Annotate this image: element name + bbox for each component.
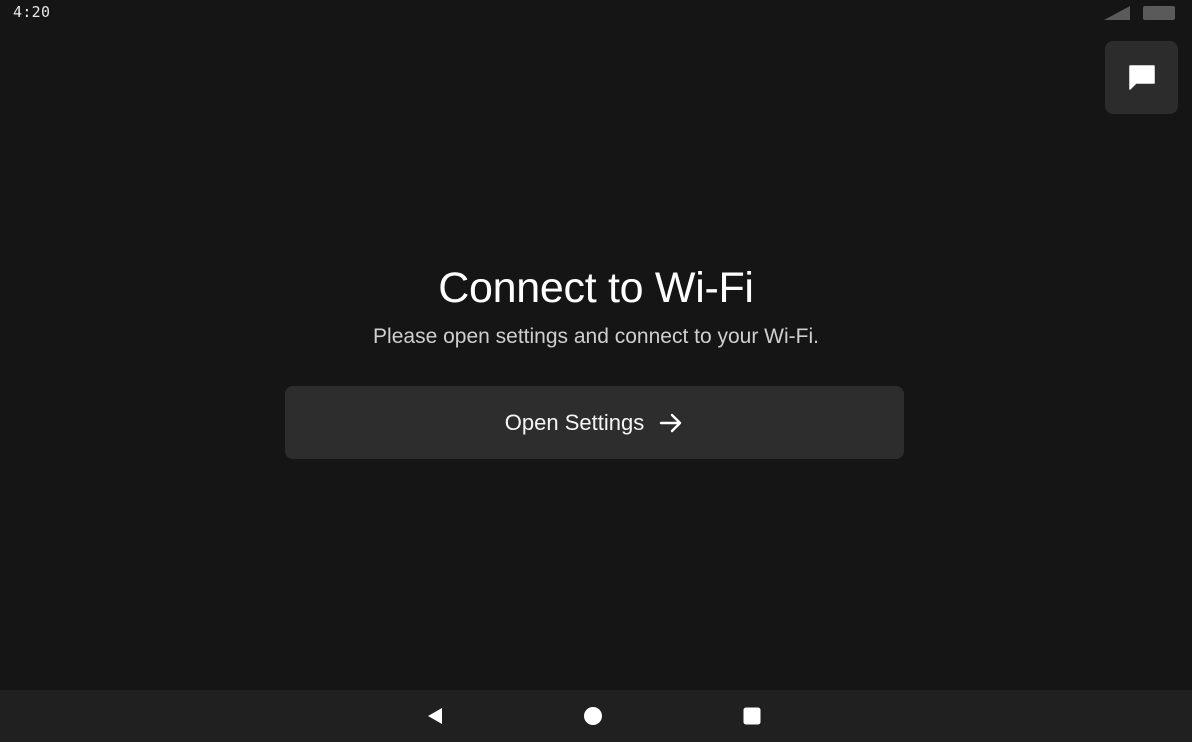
recents-button[interactable] <box>732 696 772 736</box>
back-button[interactable] <box>415 696 455 736</box>
navigation-bar <box>0 690 1192 742</box>
recents-icon <box>743 707 761 725</box>
page-title: Connect to Wi-Fi <box>438 264 754 312</box>
home-icon <box>584 707 602 725</box>
arrow-right-icon <box>660 413 682 432</box>
open-settings-button[interactable]: Open Settings <box>285 386 904 459</box>
main-content: Connect to Wi-Fi Please open settings an… <box>0 0 1192 690</box>
chat-icon <box>1128 64 1155 90</box>
chat-button[interactable] <box>1105 41 1178 114</box>
page-subtitle: Please open settings and connect to your… <box>373 325 819 348</box>
home-button[interactable] <box>573 696 613 736</box>
screen: 4:20 Connect to Wi-Fi Please open settin… <box>0 0 1192 742</box>
open-settings-label: Open Settings <box>504 409 645 435</box>
back-icon <box>428 708 442 724</box>
